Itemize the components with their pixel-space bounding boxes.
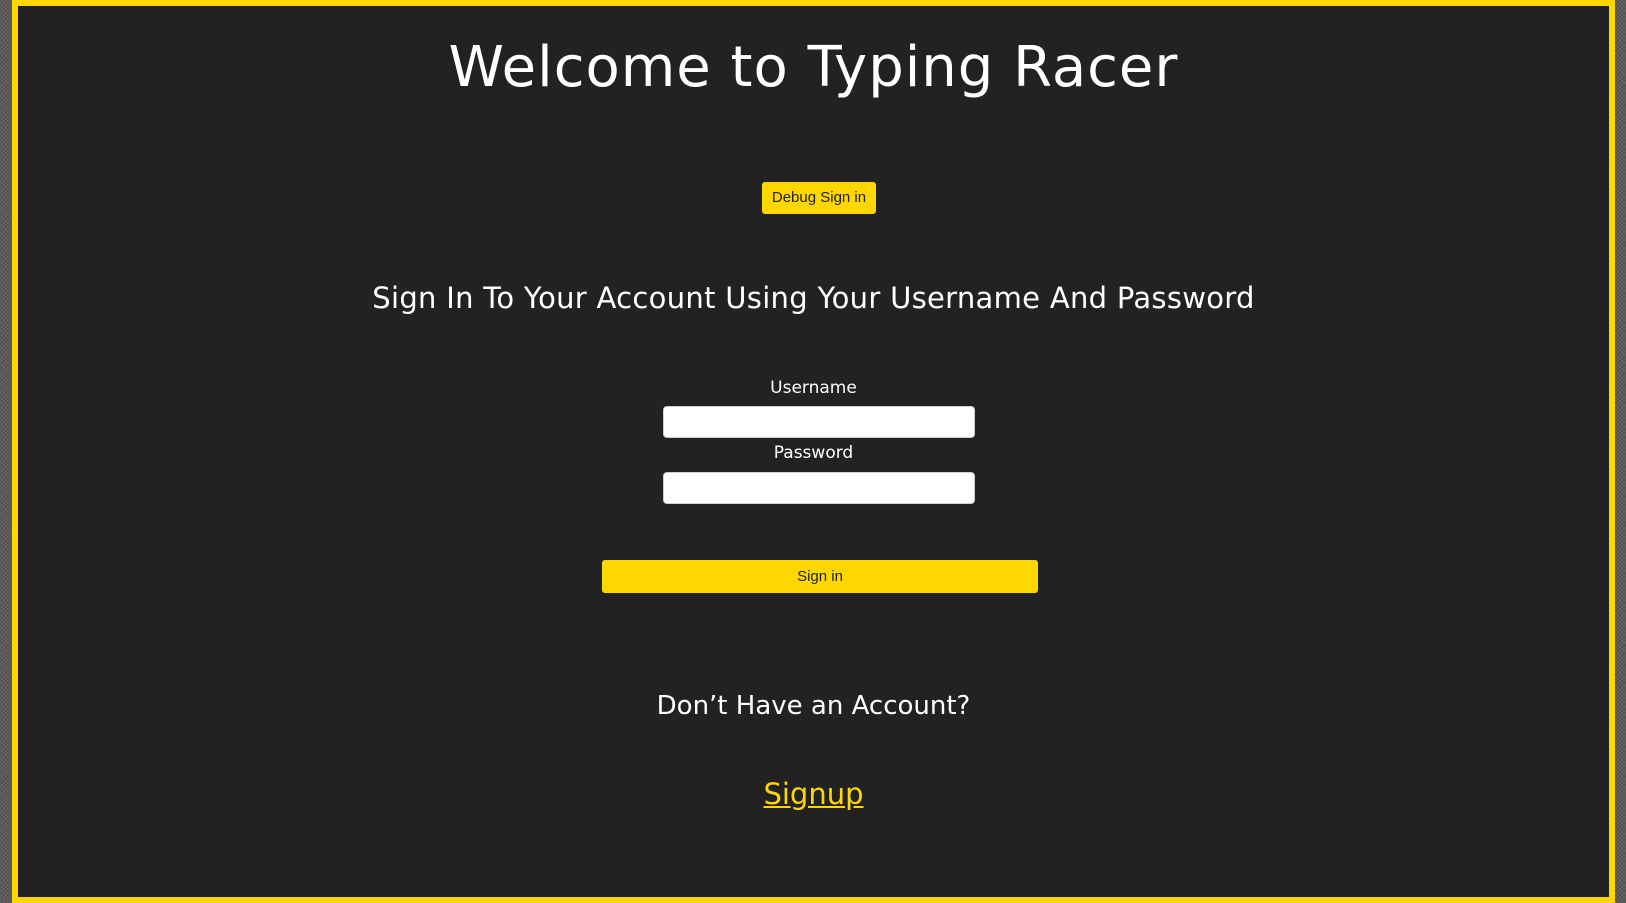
page-title: Welcome to Typing Racer <box>448 35 1179 100</box>
no-account-prompt: Don’t Have an Account? <box>656 691 971 721</box>
signup-link[interactable]: Signup <box>763 777 863 811</box>
username-input[interactable] <box>663 406 975 438</box>
signup-link-wrapper: Signup <box>18 776 1609 812</box>
debug-sign-in-button[interactable]: Debug Sign in <box>762 182 876 214</box>
username-label: Username <box>770 378 857 398</box>
password-label: Password <box>773 443 854 463</box>
password-input[interactable] <box>663 472 975 504</box>
sign-in-button[interactable]: Sign in <box>602 560 1038 593</box>
login-panel: Welcome to Typing Racer Debug Sign in Si… <box>12 0 1615 903</box>
sign-in-heading: Sign In To Your Account Using Your Usern… <box>372 281 1255 315</box>
